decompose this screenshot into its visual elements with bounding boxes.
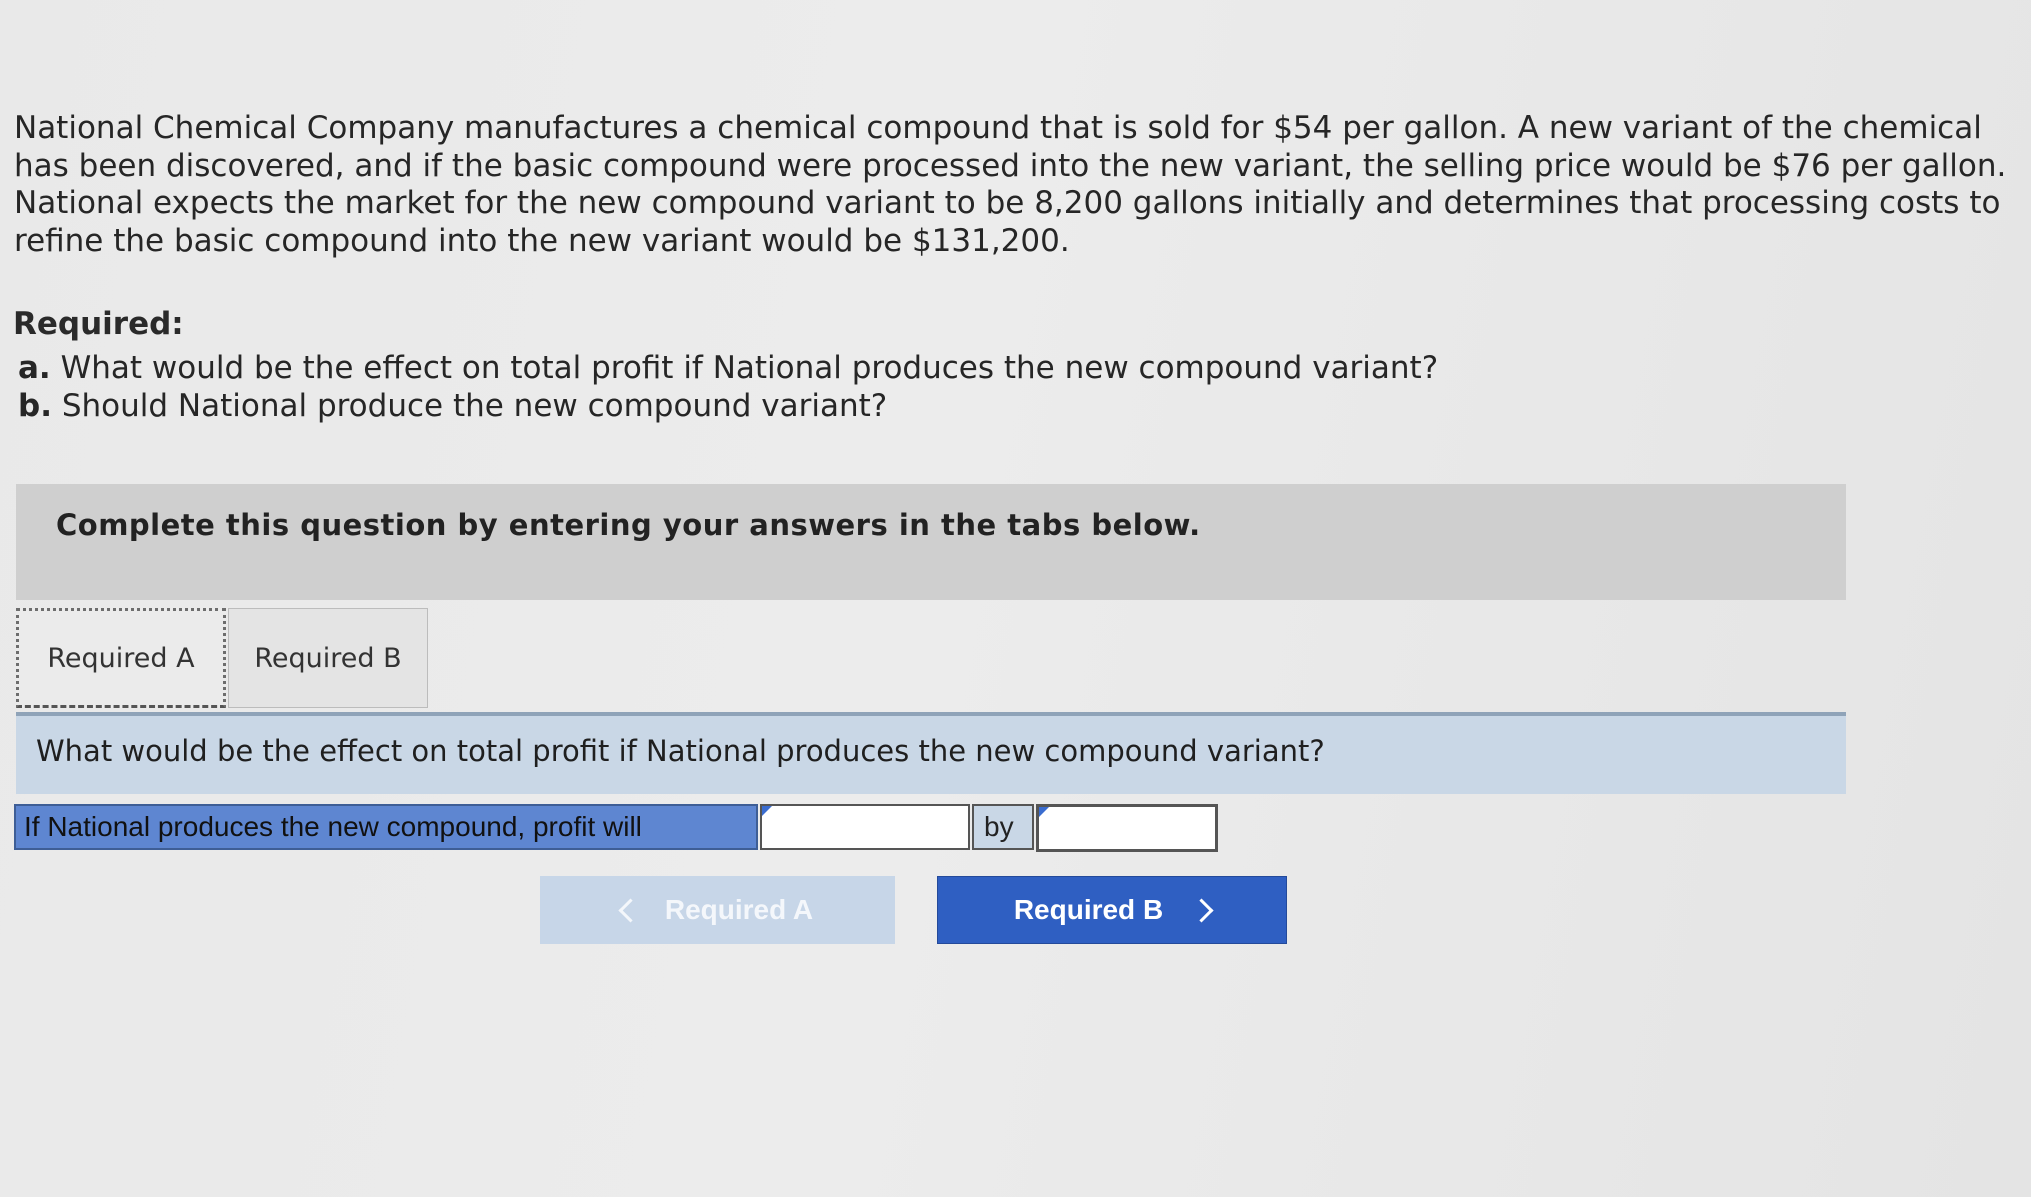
by-label: by <box>972 804 1034 850</box>
required-item-a-text: What would be the effect on total profit… <box>60 350 1439 386</box>
chevron-right-icon <box>1189 897 1214 923</box>
chevron-left-icon <box>618 897 643 923</box>
prev-button-label: Required A <box>664 894 814 925</box>
question-bar: What would be the effect on total profit… <box>16 716 1846 794</box>
next-button-label: Required B <box>1013 894 1164 925</box>
instruction-box: Complete this question by entering your … <box>16 484 1846 600</box>
panel-question: What would be the effect on total profit… <box>36 734 1325 768</box>
next-required-b-button[interactable]: Required B <box>937 876 1287 944</box>
profit-effect-select[interactable] <box>760 804 970 850</box>
required-item-a: a. What would be the effect on total pro… <box>18 350 1438 386</box>
tab-required-a[interactable]: Required A <box>16 608 226 708</box>
prev-required-a-button[interactable]: Required A <box>540 876 895 944</box>
required-item-b: b. Should National produce the new compo… <box>18 388 887 424</box>
tab-required-b[interactable]: Required B <box>228 608 428 708</box>
required-heading: Required: <box>13 306 184 342</box>
problem-statement: National Chemical Company manufactures a… <box>14 110 2007 259</box>
required-item-b-label: b. <box>18 388 52 424</box>
required-item-b-text: Should National produce the new compound… <box>61 388 888 424</box>
instruction-text: Complete this question by entering your … <box>56 508 1201 542</box>
required-item-a-label: a. <box>18 350 51 386</box>
profit-amount-input[interactable] <box>1036 804 1218 852</box>
answer-label: If National produces the new compound, p… <box>14 804 758 850</box>
